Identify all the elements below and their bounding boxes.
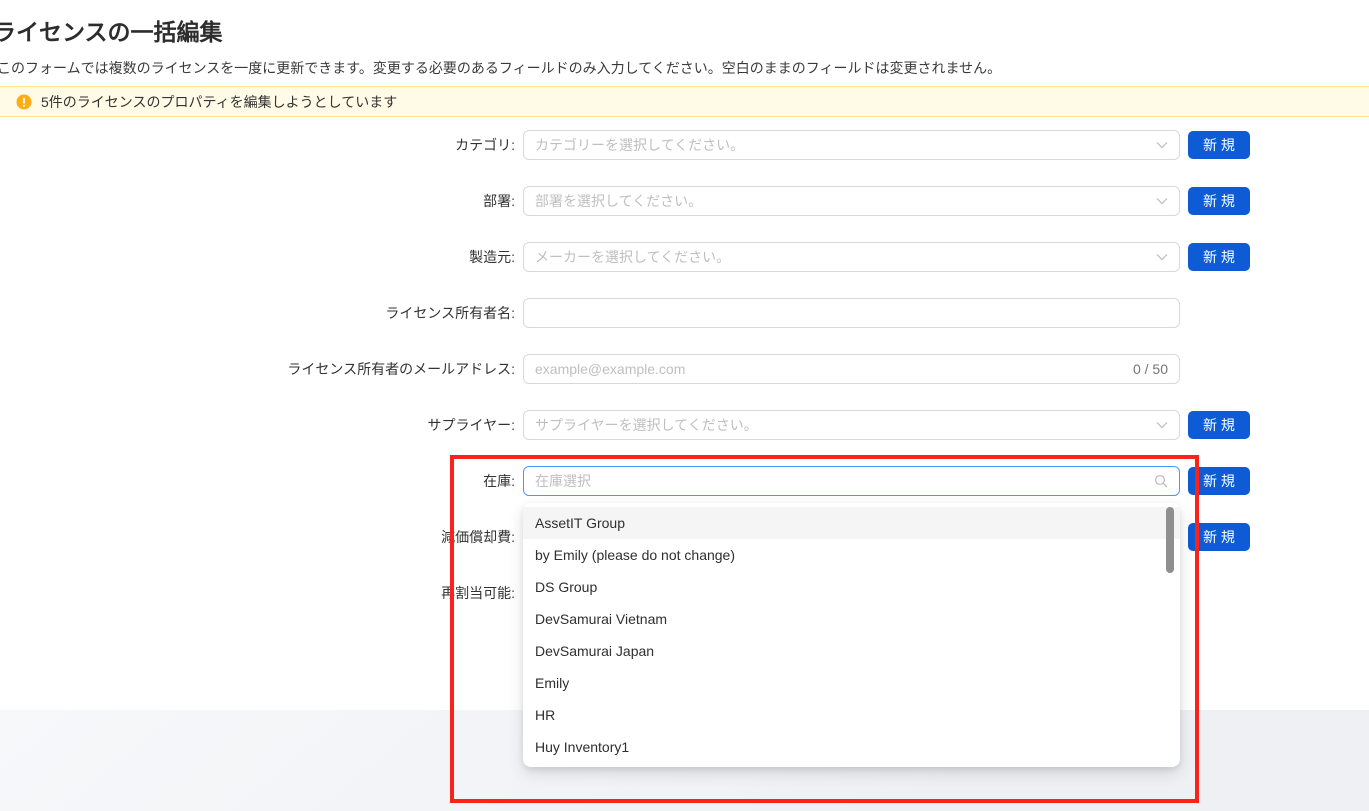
dropdown-option[interactable]: DevSamurai Japan — [523, 635, 1180, 667]
alert-text: 5件のライセンスのプロパティを編集しようとしています — [41, 92, 397, 112]
dropdown-option[interactable]: DevSamurai Vietnam — [523, 603, 1180, 635]
chevron-down-icon — [1156, 421, 1168, 429]
supplier-select-input[interactable] — [524, 417, 1179, 433]
char-counter: 0 / 50 — [1133, 361, 1168, 377]
supplier-select[interactable] — [523, 410, 1180, 440]
inventory-search-select[interactable] — [523, 466, 1180, 496]
owner-email-field[interactable]: 0 / 50 — [523, 354, 1180, 384]
owner-email-input[interactable] — [524, 361, 1179, 377]
page-description: このフォームでは複数のライセンスを一度に更新できます。変更する必要のあるフィール… — [0, 58, 1001, 78]
department-select[interactable] — [523, 186, 1180, 216]
owner-name-input[interactable] — [524, 305, 1179, 321]
category-select[interactable] — [523, 130, 1180, 160]
department-select-input[interactable] — [524, 193, 1179, 209]
field-row-manufacturer: 製造元: 新 規 — [0, 242, 1290, 272]
new-inventory-button[interactable]: 新 規 — [1188, 467, 1250, 495]
chevron-down-icon — [1156, 253, 1168, 261]
dropdown-scrollbar-thumb[interactable] — [1166, 507, 1174, 573]
category-label: カテゴリ: — [0, 130, 515, 160]
field-row-category: カテゴリ: 新 規 — [0, 130, 1290, 160]
inventory-label: 在庫: — [0, 466, 515, 496]
manufacturer-label: 製造元: — [0, 242, 515, 272]
reassignable-label: 再割当可能: — [0, 578, 515, 608]
warning-alert: 5件のライセンスのプロパティを編集しようとしています — [0, 86, 1369, 117]
dropdown-option[interactable]: DS Group — [523, 571, 1180, 603]
dropdown-option[interactable]: Emily — [523, 667, 1180, 699]
category-select-input[interactable] — [524, 137, 1179, 153]
owner-name-label: ライセンス所有者名: — [0, 298, 515, 328]
chevron-down-icon — [1156, 197, 1168, 205]
field-row-supplier: サプライヤー: 新 規 — [0, 410, 1290, 440]
inventory-search-input[interactable] — [524, 473, 1179, 489]
chevron-down-icon — [1156, 141, 1168, 149]
new-supplier-button[interactable]: 新 規 — [1188, 411, 1250, 439]
warning-icon — [16, 94, 32, 110]
field-row-inventory: 在庫: 新 規 — [0, 466, 1290, 496]
field-row-department: 部署: 新 規 — [0, 186, 1290, 216]
dropdown-option[interactable]: by Emily (please do not change) — [523, 539, 1180, 571]
supplier-label: サプライヤー: — [0, 410, 515, 440]
bulk-edit-license-page: ライセンスの一括編集 このフォームでは複数のライセンスを一度に更新できます。変更… — [0, 0, 1369, 811]
field-row-owner-email: ライセンス所有者のメールアドレス: 0 / 50 — [0, 354, 1290, 384]
manufacturer-select[interactable] — [523, 242, 1180, 272]
owner-name-field[interactable] — [523, 298, 1180, 328]
department-label: 部署: — [0, 186, 515, 216]
dropdown-option[interactable]: HR — [523, 699, 1180, 731]
dropdown-option[interactable]: AssetIT Group — [523, 507, 1180, 539]
page-title: ライセンスの一括編集 — [0, 13, 223, 47]
new-category-button[interactable]: 新 規 — [1188, 131, 1250, 159]
search-icon — [1154, 474, 1168, 488]
owner-email-label: ライセンス所有者のメールアドレス: — [0, 354, 515, 384]
new-manufacturer-button[interactable]: 新 規 — [1188, 243, 1250, 271]
dropdown-option[interactable]: Huy Inventory1 — [523, 731, 1180, 763]
manufacturer-select-input[interactable] — [524, 249, 1179, 265]
new-depreciation-button[interactable]: 新 規 — [1188, 523, 1250, 551]
new-department-button[interactable]: 新 規 — [1188, 187, 1250, 215]
inventory-dropdown: AssetIT Group by Emily (please do not ch… — [523, 503, 1180, 767]
field-row-owner-name: ライセンス所有者名: — [0, 298, 1290, 328]
depreciation-label: 減価償却費: — [0, 522, 515, 552]
